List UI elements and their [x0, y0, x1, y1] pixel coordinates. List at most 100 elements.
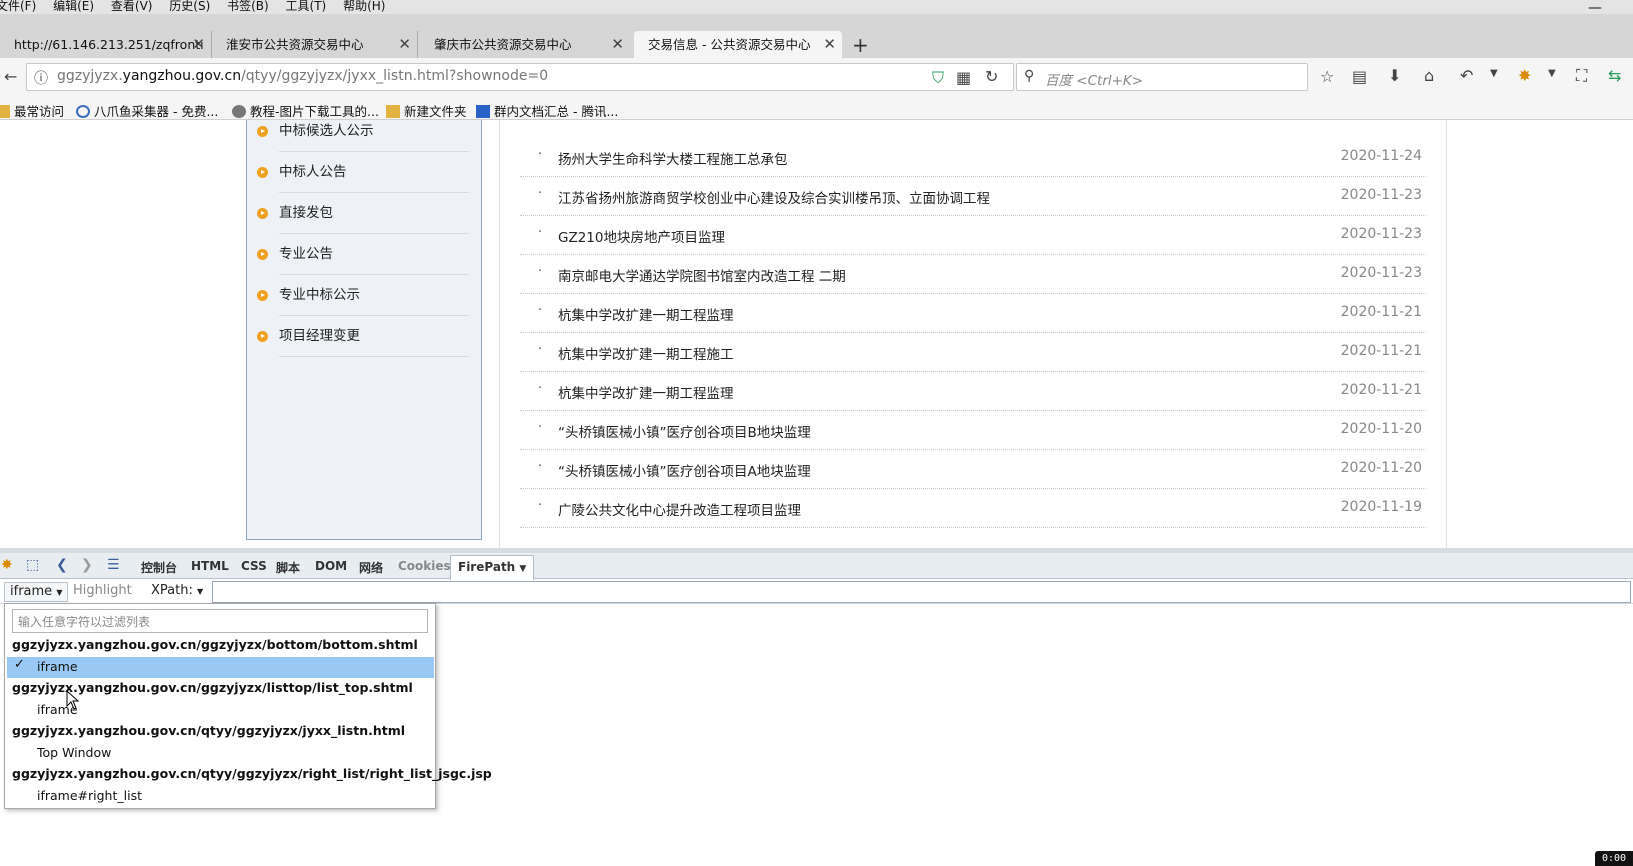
menu-tools[interactable]: 工具(T)	[286, 0, 327, 12]
shield-icon[interactable]: ⛉	[932, 68, 944, 88]
list-item[interactable]: · 广陵公共文化中心提升改造工程项目监理 2020-11-19	[520, 489, 1426, 528]
firebug-toolbar: ✸ ⬚ ❮ ❯ ☰ 控制台 HTML CSS 脚本 DOM 网络 Cookies…	[0, 553, 1633, 580]
sidebar-item-special-winner[interactable]: 专业中标公示	[257, 275, 469, 316]
tab-4-active[interactable]: 交易信息 - 公共资源交易中心 ✕	[634, 31, 842, 58]
mouse-cursor-icon	[66, 690, 80, 710]
qr-code-icon[interactable]: ▦	[956, 68, 971, 87]
menu-file[interactable]: 文件(F)	[0, 0, 36, 12]
sidebar-menu: 中标候选人公示 中标人公告 直接发包 专业公告 专业中标公示 项目经理变更	[246, 120, 482, 540]
sidebar-item-winner-notice[interactable]: 中标人公告	[257, 152, 469, 193]
tab-cookies[interactable]: Cookies	[398, 559, 451, 573]
firebug-icon[interactable]: ✸	[1518, 66, 1531, 85]
dropdown-arrow-icon[interactable]: ▼	[1548, 68, 1556, 79]
sidebar-item-pm-change[interactable]: 项目经理变更	[257, 316, 469, 357]
tab-1[interactable]: http://61.146.213.251/zqfronti ✕	[0, 31, 212, 58]
bookmark-new-folder[interactable]: 新建文件夹	[386, 101, 467, 120]
list-item-title[interactable]: 杭集中学改扩建一期工程监理	[558, 382, 734, 402]
tab-network[interactable]: 网络	[359, 559, 383, 576]
tab-2[interactable]: 淮安市公共资源交易中心 ✕	[212, 31, 418, 58]
list-item-title[interactable]: “头桥镇医械小镇”医疗创谷项目B地块监理	[558, 421, 811, 441]
reload-icon[interactable]: ↻	[985, 67, 998, 86]
highlight-button[interactable]: Highlight	[68, 582, 137, 602]
tab-3[interactable]: 肇庆市公共资源交易中心 ✕	[420, 31, 630, 58]
octopus-icon	[76, 105, 90, 118]
frame-group-url: ggzyjyzx.yangzhou.gov.cn/ggzyjyzx/bottom…	[12, 637, 418, 652]
back-arrow-icon[interactable]: ←	[4, 67, 17, 86]
list-item-title[interactable]: 江苏省扬州旅游商贸学校创业中心建设及综合实训楼吊顶、立面协调工程	[558, 187, 990, 207]
list-item-title[interactable]: 杭集中学改扩建一期工程监理	[558, 304, 734, 324]
tab-firepath[interactable]: FirePath ▼	[450, 555, 535, 580]
list-item[interactable]: · 南京邮电大学通达学院图书馆室内改造工程 二期 2020-11-23	[520, 255, 1426, 294]
crop-icon[interactable]: ⛶	[1576, 66, 1587, 86]
tab-html[interactable]: HTML	[191, 559, 229, 573]
list-item-title[interactable]: GZ210地块房地产项目监理	[558, 226, 725, 246]
menu-help[interactable]: 帮助(H)	[343, 0, 385, 12]
list-item[interactable]: · 杭集中学改扩建一期工程施工 2020-11-21	[520, 333, 1426, 372]
list-item-title[interactable]: 广陵公共文化中心提升改造工程项目监理	[558, 499, 801, 519]
list-item[interactable]: · “头桥镇医械小镇”医疗创谷项目A地块监理 2020-11-20	[520, 450, 1426, 489]
frame-option[interactable]: Top Window	[37, 745, 111, 760]
tab-dom[interactable]: DOM	[315, 559, 347, 573]
bookmark-tutorial[interactable]: 教程-图片下载工具的...	[232, 101, 379, 120]
list-item-title[interactable]: 杭集中学改扩建一期工程施工	[558, 343, 734, 363]
sidebar-item-direct-contract[interactable]: 直接发包	[257, 193, 469, 234]
content-left-border	[499, 120, 500, 548]
sidebar-item-bid-candidates[interactable]: 中标候选人公示	[257, 120, 469, 152]
bookmark-group-docs[interactable]: 群内文档汇总 - 腾讯...	[476, 101, 618, 120]
frame-option[interactable]: iframe#right_list	[37, 788, 142, 803]
xpath-input[interactable]	[212, 581, 1631, 603]
undo-icon[interactable]: ↶	[1460, 66, 1473, 85]
list-item[interactable]: · “头桥镇医械小镇”医疗创谷项目B地块监理 2020-11-20	[520, 411, 1426, 450]
folder-icon	[386, 105, 400, 118]
firebug-icon[interactable]: ✸	[1, 557, 13, 573]
back-chevron-icon[interactable]: ❮	[56, 557, 68, 573]
sidebar-item-special-notice[interactable]: 专业公告	[257, 234, 469, 275]
arrow-bullet-icon	[257, 331, 268, 342]
menu-edit[interactable]: 编辑(E)	[53, 0, 94, 12]
info-icon[interactable]: ⓘ	[34, 68, 48, 88]
frame-option[interactable]: iframe	[37, 659, 78, 674]
menu-bookmarks[interactable]: 书签(B)	[227, 0, 269, 12]
sync-arrows-icon[interactable]: ⇆	[1608, 66, 1621, 85]
dropdown-arrow-icon: ▼	[56, 588, 63, 597]
menu-bar: 文件(F) 编辑(E) 查看(V) 历史(S) 书签(B) 工具(T) 帮助(H…	[0, 0, 1633, 15]
close-tab-icon[interactable]: ✕	[611, 31, 624, 58]
list-item-title[interactable]: 扬州大学生命科学大楼工程施工总承包	[558, 148, 788, 168]
reading-list-icon[interactable]: ▤	[1352, 67, 1367, 86]
menu-history[interactable]: 历史(S)	[169, 0, 210, 12]
list-item[interactable]: · 扬州大学生命科学大楼工程施工总承包 2020-11-24	[520, 138, 1426, 177]
filter-input[interactable]: 输入任意字符以过滤列表	[12, 609, 428, 633]
list-item[interactable]: · 江苏省扬州旅游商贸学校创业中心建设及综合实训楼吊顶、立面协调工程 2020-11…	[520, 177, 1426, 216]
new-tab-icon[interactable]: +	[852, 33, 869, 57]
home-icon[interactable]: ⌂	[1424, 66, 1434, 85]
list-item[interactable]: · 杭集中学改扩建一期工程监理 2020-11-21	[520, 294, 1426, 333]
bookmark-star-icon[interactable]: ☆	[1320, 67, 1334, 86]
inspect-element-icon[interactable]: ⬚	[26, 557, 39, 573]
frame-group-url: ggzyjyzx.yangzhou.gov.cn/qtyy/ggzyjyzx/r…	[12, 766, 492, 781]
list-item[interactable]: · 杭集中学改扩建一期工程监理 2020-11-21	[520, 372, 1426, 411]
list-item-title[interactable]: 南京邮电大学通达学院图书馆室内改造工程 二期	[558, 265, 846, 285]
download-icon[interactable]: ⬇	[1388, 66, 1401, 85]
command-line-icon[interactable]: ☰	[107, 557, 120, 573]
frame-select[interactable]: iframe ▼	[4, 582, 69, 602]
bookmarks-bar: 最常访问 八爪鱼采集器 - 免费... 教程-图片下载工具的... 新建文件夹 …	[0, 98, 1633, 120]
list-item-title[interactable]: “头桥镇医械小镇”医疗创谷项目A地块监理	[558, 460, 811, 480]
minimize-icon[interactable]: —	[1588, 1, 1602, 15]
xpath-select[interactable]: XPath: ▼	[146, 582, 208, 602]
menu-view[interactable]: 查看(V)	[111, 0, 153, 12]
list-item-date: 2020-11-19	[1340, 499, 1422, 515]
close-tab-icon[interactable]: ✕	[398, 31, 411, 58]
list-item[interactable]: · GZ210地块房地产项目监理 2020-11-23	[520, 216, 1426, 255]
close-tab-icon[interactable]: ✕	[192, 31, 205, 58]
close-tab-icon[interactable]: ✕	[823, 31, 836, 58]
arrow-bullet-icon	[257, 126, 268, 137]
url-bar[interactable]: ⓘ ggzyjyzx.yangzhou.gov.cn/qtyy/ggzyjyzx…	[26, 63, 1014, 91]
search-box[interactable]: ⚲ 百度 <Ctrl+K>	[1016, 63, 1308, 91]
tab-script[interactable]: 脚本	[276, 559, 300, 576]
dropdown-arrow-icon[interactable]: ▼	[1490, 68, 1498, 79]
bookmark-most-visited[interactable]: 最常访问	[0, 101, 64, 120]
bookmark-bazhuayu[interactable]: 八爪鱼采集器 - 免费...	[76, 101, 218, 120]
tab-css[interactable]: CSS	[241, 559, 267, 573]
forward-chevron-icon[interactable]: ❯	[81, 557, 93, 573]
tab-console[interactable]: 控制台	[141, 559, 177, 576]
